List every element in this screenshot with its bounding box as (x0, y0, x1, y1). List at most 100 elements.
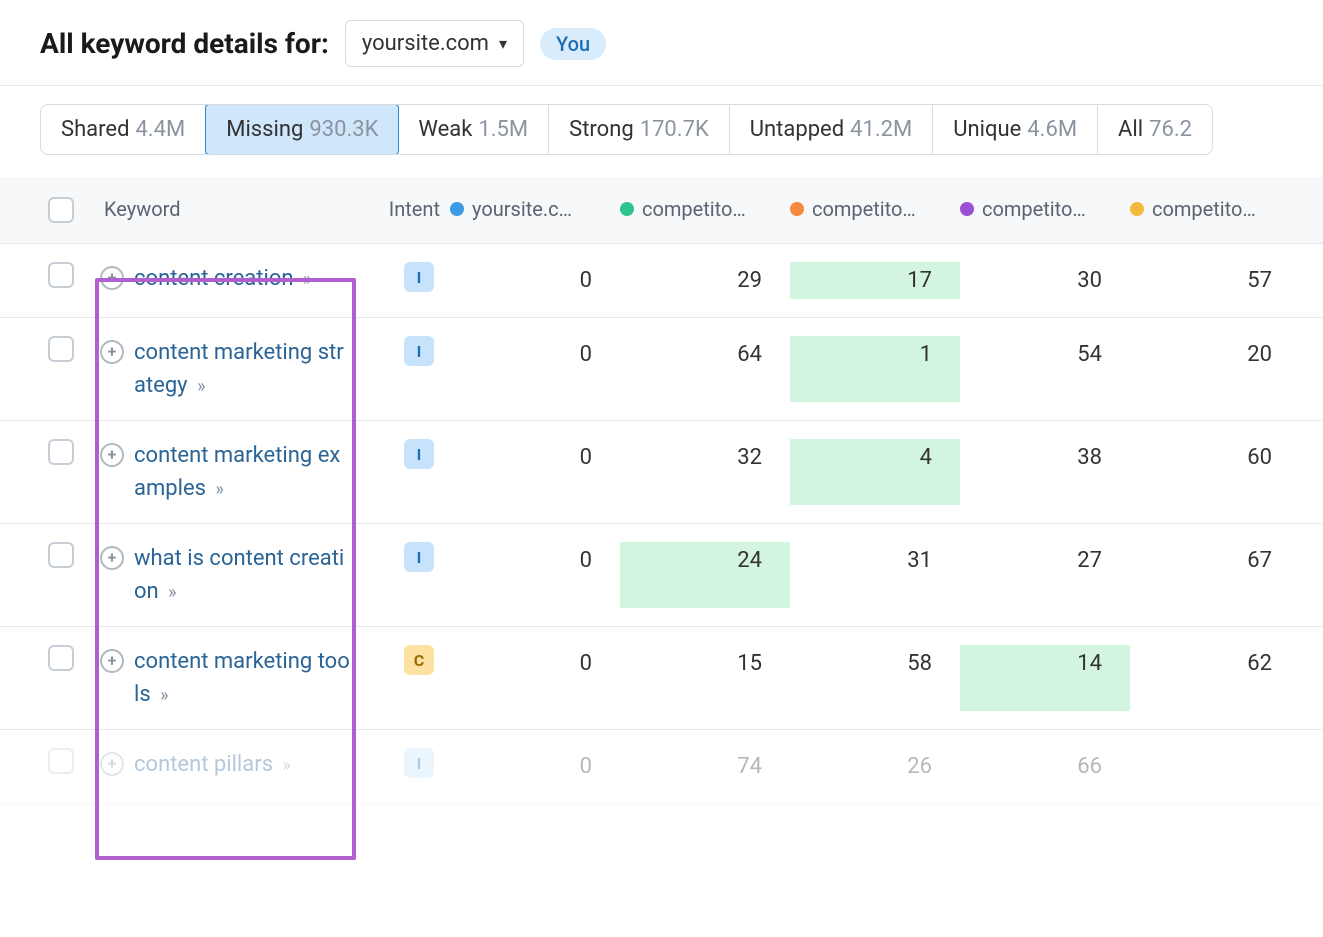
filter-tab-unique[interactable]: Unique4.6M (933, 105, 1098, 154)
col-site-0[interactable]: yoursite.c… (450, 197, 620, 221)
value-cell: 15 (620, 645, 790, 711)
intent-badge[interactable]: I (404, 748, 434, 778)
row-checkbox[interactable] (48, 336, 74, 362)
value-cell: 29 (620, 262, 790, 299)
value-cell: 24 (620, 542, 790, 608)
keyword-cell: + what is content creation » (100, 542, 360, 608)
filter-tab-strong[interactable]: Strong170.7K (549, 105, 730, 154)
value-cell: 14 (960, 645, 1130, 711)
intent-badge[interactable]: I (404, 542, 434, 572)
keyword-link[interactable]: content marketing tools » (134, 645, 350, 711)
value-cell: 26 (790, 748, 960, 785)
table-row: + what is content creation » I024312767 (0, 524, 1323, 627)
value-cell: 38 (960, 439, 1130, 505)
dot-icon (620, 202, 634, 216)
value-cell: 66 (960, 748, 1130, 785)
col-site-2[interactable]: competito… (790, 197, 960, 221)
select-all-checkbox[interactable] (48, 197, 74, 223)
value-cell: 0 (450, 542, 620, 608)
row-checkbox[interactable] (48, 542, 74, 568)
value-cell: 31 (790, 542, 960, 608)
row-checkbox[interactable] (48, 645, 74, 671)
site-selector[interactable]: yoursite.com ▾ (345, 20, 524, 67)
value-cell: 74 (620, 748, 790, 785)
value-cell: 62 (1130, 645, 1300, 711)
expand-icon[interactable]: + (100, 752, 124, 776)
intent-cell: C (360, 645, 450, 675)
row-checkbox[interactable] (48, 748, 74, 774)
value-cell (1130, 748, 1300, 785)
row-checkbox[interactable] (48, 262, 74, 288)
value-cell: 17 (790, 262, 960, 299)
table-row: + content pillars » I0742666 (0, 730, 1323, 804)
row-checkbox[interactable] (48, 439, 74, 465)
value-cell: 0 (450, 748, 620, 785)
intent-cell: I (360, 439, 450, 469)
keyword-link[interactable]: content pillars » (134, 748, 291, 781)
expand-icon[interactable]: + (100, 340, 124, 364)
filter-tab-weak[interactable]: Weak1.5M (398, 105, 549, 154)
value-cell: 58 (790, 645, 960, 711)
value-cell: 67 (1130, 542, 1300, 608)
col-keyword[interactable]: Keyword (100, 197, 360, 221)
value-cell: 32 (620, 439, 790, 505)
keyword-cell: + content creation » (100, 262, 360, 295)
table-row: +content marketing strategy »I06415420 (0, 318, 1323, 421)
you-badge: You (540, 28, 606, 60)
open-icon: » (197, 376, 205, 397)
col-intent[interactable]: Intent (360, 197, 450, 221)
site-selector-value: yoursite.com (362, 31, 489, 56)
chevron-down-icon: ▾ (499, 34, 507, 53)
table-header: Keyword Intent yoursite.c… competito… co… (0, 177, 1323, 244)
open-icon: » (215, 479, 223, 500)
intent-badge[interactable]: I (404, 262, 434, 292)
divider (0, 85, 1323, 86)
col-site-3[interactable]: competito… (960, 197, 1130, 221)
filter-tab-all[interactable]: All76.2 (1098, 105, 1212, 154)
expand-icon[interactable]: + (100, 266, 124, 290)
filter-tab-shared[interactable]: Shared4.4M (41, 105, 206, 154)
dot-icon (1130, 202, 1144, 216)
value-cell: 30 (960, 262, 1130, 299)
intent-cell: I (360, 336, 450, 366)
col-site-4[interactable]: competito… (1130, 197, 1300, 221)
keyword-link[interactable]: content marketing strategy » (134, 336, 350, 402)
value-cell: 54 (960, 336, 1130, 402)
value-cell: 1 (790, 336, 960, 402)
intent-badge[interactable]: C (404, 645, 434, 675)
value-cell: 4 (790, 439, 960, 505)
keyword-link[interactable]: content marketing examples » (134, 439, 350, 505)
value-cell: 57 (1130, 262, 1300, 299)
filter-tab-missing[interactable]: Missing930.3K (205, 104, 399, 155)
keyword-cell: + content marketing tools » (100, 645, 360, 711)
col-site-1[interactable]: competito… (620, 197, 790, 221)
expand-icon[interactable]: + (100, 443, 124, 467)
intent-cell: I (360, 748, 450, 778)
expand-icon[interactable]: + (100, 649, 124, 673)
value-cell: 0 (450, 439, 620, 505)
value-cell: 27 (960, 542, 1130, 608)
value-cell: 0 (450, 336, 620, 402)
keyword-table: Keyword Intent yoursite.c… competito… co… (0, 177, 1323, 804)
table-row: + content creation » I029173057 (0, 244, 1323, 318)
page-title: All keyword details for: (40, 27, 329, 60)
open-icon: » (283, 755, 291, 776)
intent-badge[interactable]: I (404, 439, 434, 469)
intent-badge[interactable]: I (404, 336, 434, 366)
keyword-cell: + content marketing strategy » (100, 336, 360, 402)
keyword-link[interactable]: content creation » (134, 262, 311, 295)
open-icon: » (160, 685, 168, 706)
open-icon: » (168, 582, 176, 603)
value-cell: 20 (1130, 336, 1300, 402)
keyword-cell: + content marketing examples » (100, 439, 360, 505)
keyword-cell: + content pillars » (100, 748, 360, 781)
expand-icon[interactable]: + (100, 546, 124, 570)
value-cell: 0 (450, 645, 620, 711)
dot-icon (790, 202, 804, 216)
value-cell: 0 (450, 262, 620, 299)
intent-cell: I (360, 542, 450, 572)
dot-icon (960, 202, 974, 216)
filter-tab-untapped[interactable]: Untapped41.2M (730, 105, 933, 154)
value-cell: 60 (1130, 439, 1300, 505)
keyword-link[interactable]: what is content creation » (134, 542, 350, 608)
